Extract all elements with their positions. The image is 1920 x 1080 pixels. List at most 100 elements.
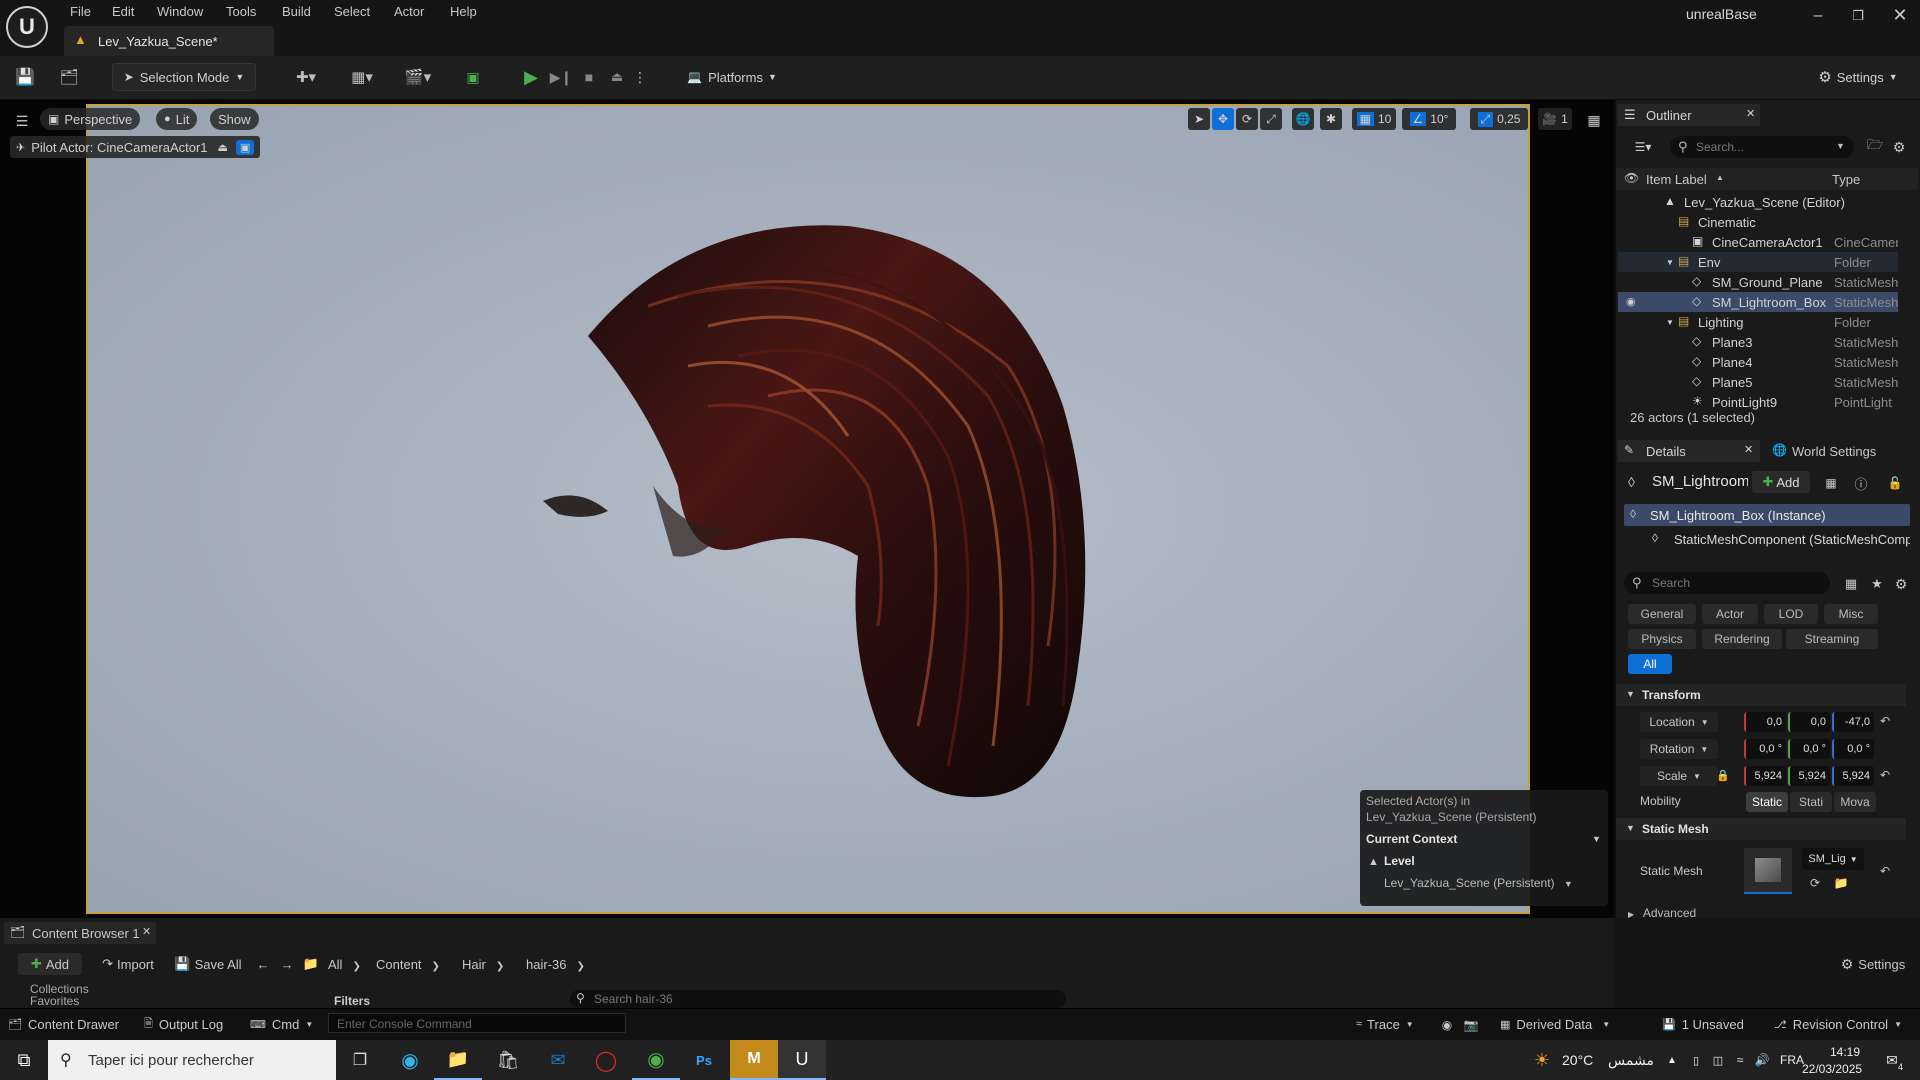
surface-snap-icon[interactable]: ✱ [1320, 108, 1342, 130]
viewport-menu-icon[interactable]: ☰ [12, 111, 32, 131]
translate-tool-icon[interactable]: ✥ [1212, 108, 1234, 130]
add-component-button[interactable]: ✚ Add [1752, 471, 1810, 493]
cinematics-icon[interactable]: 🎬▾ [400, 66, 436, 88]
outliner-row[interactable]: ◇ SM_Ground_Plane StaticMesh [1618, 272, 1898, 292]
volume-icon[interactable]: 🔊 [1754, 1052, 1770, 1068]
rotation-axis-y-field[interactable]: 0,0 ° [1788, 739, 1830, 759]
close-window-icon[interactable]: ✕ [1888, 4, 1912, 26]
add-actor-icon[interactable]: ✚▾ [288, 66, 324, 88]
location-dropdown[interactable]: Location ▼ [1640, 712, 1718, 732]
close-tab-icon[interactable]: ✕ [1746, 107, 1755, 120]
stop-icon[interactable]: ■ [578, 66, 600, 88]
path-crumb[interactable]: hair-36 ❯ [526, 957, 585, 972]
input-language[interactable]: FRA [1780, 1053, 1804, 1067]
details-tab[interactable]: ✎ Details ✕ [1618, 440, 1760, 462]
back-icon[interactable]: ← [254, 955, 272, 973]
lock-icon[interactable]: 🔓 [1886, 474, 1904, 492]
rotation-axis-z-field[interactable]: 0,0 ° [1832, 739, 1874, 759]
reset-mesh-icon[interactable]: ↶ [1876, 862, 1894, 880]
cb-search-field[interactable]: ⚲ Search hair-36 [570, 990, 1066, 1008]
reset-location-icon[interactable]: ↶ [1880, 714, 1890, 728]
type-header[interactable]: Type [1832, 172, 1860, 187]
content-icon[interactable]: 🗂 [58, 66, 80, 88]
location-axis-x-field[interactable]: 0,0 [1744, 712, 1786, 732]
menu-build[interactable]: Build [282, 4, 311, 19]
static-mesh-section-header[interactable]: ▼ Static Mesh [1616, 818, 1906, 840]
outliner-tab[interactable]: ☰ Outliner ✕ [1618, 104, 1760, 126]
outliner-row[interactable]: ▲ Lev_Yazkua_Scene (Editor) [1618, 192, 1898, 212]
forward-icon[interactable]: → [278, 955, 296, 973]
outliner-row[interactable]: ◇ Plane3 StaticMesh [1618, 332, 1898, 352]
unreal-logo-icon[interactable]: U [6, 6, 48, 48]
record-icon[interactable]: ◉ [1438, 1016, 1456, 1034]
tray-device-icon[interactable]: ▯ [1688, 1052, 1704, 1068]
mesh-thumbnail[interactable] [1744, 848, 1792, 894]
level-viewport[interactable] [86, 104, 1530, 914]
blueprint-icon[interactable]: ▦▾ [344, 66, 380, 88]
select-tool-icon[interactable]: ➤ [1188, 108, 1210, 130]
filter-misc-button[interactable]: Misc [1824, 604, 1878, 624]
rotation-axis-x-field[interactable]: 0,0 ° [1744, 739, 1786, 759]
scale-axis-z-field[interactable]: 5,924 [1832, 766, 1874, 786]
filter-actor-button[interactable]: Actor [1702, 604, 1758, 624]
taskbar-search[interactable]: ⚲ Taper ici pour rechercher [48, 1040, 336, 1080]
selection-mode-button[interactable]: ➤ Selection Mode ▼ [112, 63, 256, 91]
play-icon[interactable]: ▶ [520, 66, 542, 88]
filter-streaming-button[interactable]: Streaming [1786, 629, 1878, 649]
tray-battery-icon[interactable]: ◫ [1710, 1052, 1726, 1068]
menu-edit[interactable]: Edit [112, 4, 134, 19]
path-crumb[interactable]: All ❯ [328, 957, 361, 972]
outliner-row[interactable]: ▤ Cinematic [1618, 212, 1898, 232]
output-log-button[interactable]: 🗎 Output Log [144, 1014, 223, 1034]
path-crumb[interactable]: Hair ❯ [462, 957, 504, 972]
clock-time[interactable]: 14:19 [1830, 1045, 1860, 1059]
unreal-taskbar-icon[interactable]: U [778, 1040, 826, 1080]
task-view-icon[interactable]: ❐ [336, 1040, 384, 1080]
world-settings-tab[interactable]: 🌐 World Settings [1770, 440, 1910, 462]
camera-view-icon[interactable]: ▣ [235, 139, 255, 155]
more-options-icon[interactable]: ⋮ [633, 66, 647, 88]
rotation-snap-button[interactable]: ∠ 10° [1402, 108, 1456, 130]
outliner-row[interactable]: ▼ ▤ Lighting Folder [1618, 312, 1898, 332]
outliner-row[interactable]: ◉ ◇ SM_Lightroom_Box StaticMesh [1618, 292, 1898, 312]
outliner-row[interactable]: ☀ PointLight9 PointLight [1618, 392, 1898, 412]
popup-collapse-icon[interactable]: ▼ [1592, 834, 1601, 844]
outliner-row[interactable]: ▣ CineCameraActor1 CineCamera [1618, 232, 1898, 252]
mobility-option-1[interactable]: Stati [1790, 792, 1832, 812]
perspective-button[interactable]: ▣ Perspective [40, 108, 141, 130]
screenshot-icon[interactable]: 📷 [1462, 1016, 1480, 1034]
favorite-star-icon[interactable]: ★ [1868, 575, 1886, 593]
location-axis-z-field[interactable]: -47,0 [1832, 712, 1874, 732]
location-axis-y-field[interactable]: 0,0 [1788, 712, 1830, 732]
grid-snap-button[interactable]: ▦ 10 [1352, 108, 1396, 130]
menu-window[interactable]: Window [157, 4, 203, 19]
popup-level-dropdown[interactable]: Lev_Yazkua_Scene (Persistent) ▼ [1384, 876, 1573, 890]
content-drawer-button[interactable]: 🗂 Content Drawer [8, 1014, 119, 1034]
platforms-button[interactable]: 💻 Platforms ▼ [682, 63, 782, 91]
transform-section-header[interactable]: ▼ Transform [1616, 684, 1906, 706]
menu-tools[interactable]: Tools [226, 4, 256, 19]
eject-pilot-icon[interactable]: ⏏ [218, 141, 228, 154]
trace-button[interactable]: ≈ Trace ▼ [1356, 1014, 1414, 1034]
scale-axis-y-field[interactable]: 5,924 [1788, 766, 1830, 786]
rotation-dropdown[interactable]: Rotation ▼ [1640, 739, 1718, 759]
actor-name-field[interactable]: SM_Lightroom [1652, 473, 1748, 490]
unsaved-button[interactable]: 💾 1 Unsaved [1662, 1014, 1744, 1034]
filter-lod-button[interactable]: LOD [1764, 604, 1818, 624]
scale-axis-x-field[interactable]: 5,924 [1744, 766, 1786, 786]
chrome-icon[interactable]: ◉ [632, 1040, 680, 1080]
browse-asset-icon[interactable]: ⟳ [1806, 874, 1824, 892]
find-in-browser-icon[interactable]: 📁 [1832, 874, 1850, 892]
help-icon[interactable]: ⓘ [1852, 474, 1870, 492]
derived-data-button[interactable]: ▦ Derived Data ▼ [1500, 1014, 1610, 1034]
edge-icon[interactable]: ◉ [386, 1040, 434, 1080]
mobility-option-2[interactable]: Mova [1834, 792, 1876, 812]
scale-snap-button[interactable]: ⤢ 0,25 [1470, 108, 1528, 130]
restore-icon[interactable]: ❐ [1846, 6, 1870, 26]
camera-speed-button[interactable]: 🎥 1 [1538, 108, 1572, 130]
scale-tool-icon[interactable]: ⤢ [1260, 108, 1282, 130]
visibility-eye-icon[interactable]: ◉ [1626, 295, 1636, 308]
store-icon[interactable]: 🛍 [484, 1040, 532, 1080]
cb-import-button[interactable]: ↷ Import [96, 953, 160, 975]
outliner-settings-icon[interactable]: ⚙ [1890, 138, 1908, 156]
